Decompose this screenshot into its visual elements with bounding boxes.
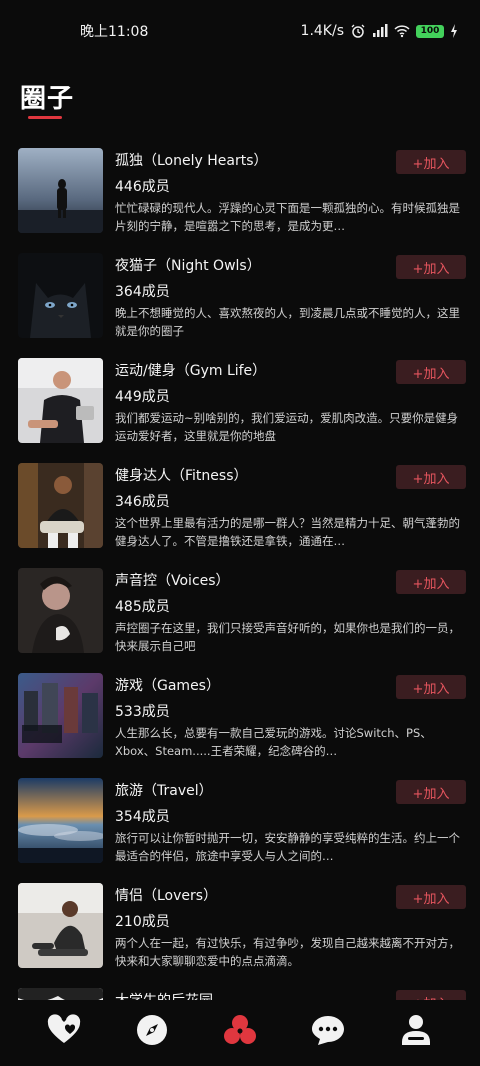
group-item[interactable]: 运动/健身（Gym Life） 449成员 我们都爱运动~别啥别的，我们爱运动，… [18, 358, 466, 463]
heart-icon [47, 1014, 81, 1043]
group-member-count: 449成员 [115, 389, 170, 405]
group-item[interactable]: 游戏（Games） 533成员 人生那么长，总要有一款自己爱玩的游戏。讨论Swi… [18, 673, 466, 778]
group-member-count: 533成员 [115, 704, 170, 720]
group-thumbnail [18, 463, 103, 548]
group-member-count: 364成员 [115, 284, 170, 300]
join-button[interactable]: +加入 [396, 150, 466, 174]
compass-icon [137, 1015, 167, 1045]
profile-icon [402, 1015, 430, 1045]
page-title: 圈子 [20, 84, 75, 114]
join-button[interactable]: +加入 [396, 780, 466, 804]
tab-messages[interactable] [308, 1010, 348, 1050]
group-name: 声音控（Voices） [115, 573, 230, 589]
group-name: 游戏（Games） [115, 678, 220, 694]
group-name: 运动/健身（Gym Life） [115, 363, 267, 379]
chat-icon [312, 1016, 344, 1045]
group-name: 旅游（Travel） [115, 783, 213, 799]
wifi-icon [394, 25, 410, 38]
group-item[interactable]: 情侣（Lovers） 210成员 两个人在一起，有过快乐，有过争吵，发现自己越来… [18, 883, 466, 988]
alarm-icon [351, 24, 365, 38]
group-item[interactable]: 孤独（Lonely Hearts） 446成员 忙忙碌碌的现代人。浮躁的心灵下面… [18, 148, 466, 253]
network-speed: 1.4K/s [300, 23, 344, 39]
circles-icon [224, 1015, 256, 1044]
group-name: 情侣（Lovers） [115, 888, 218, 904]
group-member-count: 346成员 [115, 494, 170, 510]
group-name: 孤独（Lonely Hearts） [115, 153, 268, 169]
join-button[interactable]: +加入 [396, 675, 466, 699]
join-button[interactable]: +加入 [396, 360, 466, 384]
group-thumbnail [18, 358, 103, 443]
tab-circles[interactable] [220, 1010, 260, 1050]
group-thumbnail [18, 148, 103, 233]
status-time: 晚上11:08 [80, 24, 149, 40]
status-bar: 晚上11:08 1.4K/s 100 [0, 0, 480, 62]
group-member-count: 354成员 [115, 809, 170, 825]
status-icons: 1.4K/s 100 [301, 23, 458, 39]
group-list: 孤独（Lonely Hearts） 446成员 忙忙碌碌的现代人。浮躁的心灵下面… [18, 148, 466, 1066]
group-description: 忙忙碌碌的现代人。浮躁的心灵下面是一颗孤独的心。有时候孤独是片刻的宁静，是喧嚣之… [115, 201, 460, 233]
group-thumbnail [18, 673, 103, 758]
join-button[interactable]: +加入 [396, 570, 466, 594]
group-thumbnail [18, 778, 103, 863]
group-description: 人生那么长，总要有一款自己爱玩的游戏。讨论Switch、PS、Xbox、Stea… [115, 726, 432, 758]
tab-favorites[interactable] [44, 1010, 84, 1050]
group-item[interactable]: 声音控（Voices） 485成员 声控圈子在这里，我们只接受声音好听的，如果你… [18, 568, 466, 673]
signal-icon [373, 24, 388, 37]
group-description: 旅行可以让你暂时抛开一切，安安静静的享受纯粹的生活。约上一个最适合的伴侣，旅途中… [115, 831, 460, 863]
title-underline [28, 116, 62, 119]
join-button[interactable]: +加入 [396, 465, 466, 489]
group-member-count: 485成员 [115, 599, 170, 615]
join-button[interactable]: +加入 [396, 885, 466, 909]
group-thumbnail [18, 253, 103, 338]
group-member-count: 210成员 [115, 914, 170, 930]
group-thumbnail [18, 883, 103, 968]
charging-icon [451, 24, 457, 38]
group-description: 这个世界上里最有活力的是哪一群人？当然是精力十足、朝气蓬勃的健身达人了。不管是撸… [115, 516, 460, 548]
tab-profile[interactable] [396, 1010, 436, 1050]
join-button[interactable]: +加入 [396, 255, 466, 279]
group-item[interactable]: 旅游（Travel） 354成员 旅行可以让你暂时抛开一切，安安静静的享受纯粹的… [18, 778, 466, 883]
group-name: 健身达人（Fitness） [115, 468, 248, 484]
group-description: 我们都爱运动~别啥别的，我们爱运动，爱肌肉改造。只要你是健身运动爱好者，这里就是… [115, 411, 459, 443]
group-item[interactable]: 夜猫子（Night Owls） 364成员 晚上不想睡觉的人、喜欢熬夜的人，到凌… [18, 253, 466, 358]
group-description: 声控圈子在这里，我们只接受声音好听的，如果你也是我们的一员，快来展示自己吧 [115, 621, 460, 653]
tab-discover[interactable] [132, 1010, 172, 1050]
battery-icon: 100 [416, 24, 444, 38]
group-description: 两个人在一起，有过快乐，有过争吵，发现自己越来越离不开对方，快来和大家聊聊恋爱中… [115, 936, 460, 968]
bottom-tab-bar [0, 1000, 480, 1066]
page-header: 圈子 [20, 78, 75, 119]
group-name: 夜猫子（Night Owls） [115, 258, 261, 274]
group-item[interactable]: 健身达人（Fitness） 346成员 这个世界上里最有活力的是哪一群人？当然是… [18, 463, 466, 568]
group-description: 晚上不想睡觉的人、喜欢熬夜的人，到凌晨几点或不睡觉的人，这里就是你的圈子 [115, 306, 460, 338]
group-thumbnail [18, 568, 103, 653]
group-member-count: 446成员 [115, 179, 170, 195]
